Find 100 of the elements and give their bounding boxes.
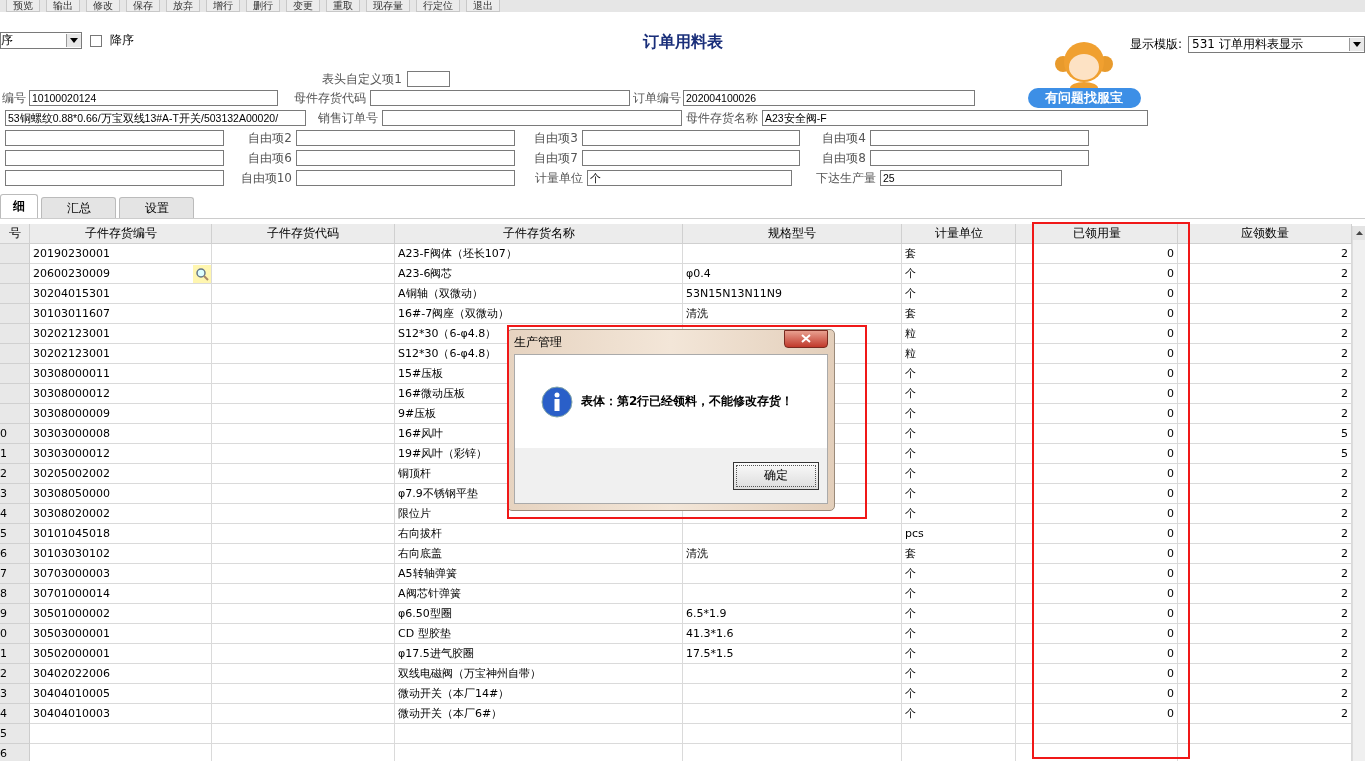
table-cell: 个: [902, 684, 1016, 704]
input-field[interactable]: 25: [880, 170, 1062, 186]
row-number: 0: [0, 624, 30, 644]
table-cell: 0: [1016, 364, 1178, 384]
field-label: 下达生产量: [815, 169, 877, 187]
tab[interactable]: 设置: [119, 197, 194, 218]
table-cell: 2: [1178, 264, 1352, 284]
input-field[interactable]: [296, 150, 515, 166]
table-cell: 2: [1178, 644, 1352, 664]
input-field[interactable]: 202004100026: [683, 90, 975, 106]
toolbar-button[interactable]: 变更: [286, 0, 320, 12]
table-cell: 30701000014: [30, 584, 212, 604]
table-cell: 30404010005: [30, 684, 212, 704]
input-field[interactable]: [407, 71, 450, 87]
ok-button[interactable]: 确定: [733, 461, 819, 490]
table-cell: 2: [1178, 564, 1352, 584]
table-cell: 0: [1016, 704, 1178, 724]
table-cell: A23-F阀体（坯长107）: [395, 244, 683, 264]
input-field[interactable]: [382, 110, 682, 126]
toolbar-button[interactable]: 保存: [126, 0, 160, 12]
table-cell: 2: [1178, 364, 1352, 384]
input-field[interactable]: [5, 130, 224, 146]
table-cell: 30303000012: [30, 444, 212, 464]
table-cell: 0: [1016, 244, 1178, 264]
column-header: 应领数量: [1178, 224, 1352, 244]
sort-dropdown[interactable]: 序: [0, 32, 82, 49]
table-cell: 0: [1016, 304, 1178, 324]
input-field[interactable]: [5, 170, 224, 186]
toolbar-button[interactable]: 退出: [466, 0, 500, 12]
table-cell: pcs: [902, 524, 1016, 544]
caret-icon: [1349, 38, 1364, 51]
table-cell: 5: [1178, 424, 1352, 444]
input-field[interactable]: 10100020124: [29, 90, 278, 106]
descending-checkbox[interactable]: [90, 34, 102, 47]
row-number: [0, 264, 30, 284]
table-cell: 右向底盖: [395, 544, 683, 564]
field-label: 自由项3: [533, 129, 579, 147]
row-number: [0, 324, 30, 344]
row-number: 8: [0, 584, 30, 604]
toolbar-button[interactable]: 放弃: [166, 0, 200, 12]
toolbar-button[interactable]: 修改: [86, 0, 120, 12]
row-number: [0, 344, 30, 364]
table-cell: 微动开关（本厂6#）: [395, 704, 683, 724]
table-cell: 个: [902, 384, 1016, 404]
toolbar-button[interactable]: 行定位: [416, 0, 460, 12]
table-cell: 2: [1178, 244, 1352, 264]
table-cell: 30101045018: [30, 524, 212, 544]
page-title: 订单用料表: [641, 31, 724, 53]
table-cell: 0: [1016, 264, 1178, 284]
table-cell: 2: [1178, 284, 1352, 304]
table-cell: 0: [1016, 584, 1178, 604]
row-number: [0, 384, 30, 404]
input-field[interactable]: 53铜螺纹0.88*0.66/万宝双线13#A-T开关/503132A00020/: [5, 110, 306, 126]
toolbar-button[interactable]: 重取: [326, 0, 360, 12]
template-dropdown[interactable]: 531 订单用料表显示: [1188, 36, 1365, 53]
table-cell: 个: [902, 584, 1016, 604]
table-cell: 2: [1178, 304, 1352, 324]
field-label: 自由项10: [239, 169, 293, 187]
table-cell: 30205002002: [30, 464, 212, 484]
toolbar-button[interactable]: 预览: [6, 0, 40, 12]
input-field[interactable]: [370, 90, 630, 106]
close-button[interactable]: [784, 330, 828, 348]
table-cell: 0: [1016, 344, 1178, 364]
table-cell: 41.3*1.6: [683, 624, 902, 644]
input-field[interactable]: A23安全阀-F: [762, 110, 1148, 126]
toolbar-button[interactable]: 删行: [246, 0, 280, 12]
table-cell: 16#-7阀座（双微动）: [395, 304, 683, 324]
table-cell: A铜轴（双微动）: [395, 284, 683, 304]
table-cell: 2: [1178, 664, 1352, 684]
tab[interactable]: 细: [0, 194, 38, 218]
scroll-up-icon[interactable]: [1353, 226, 1365, 240]
row-number: [0, 364, 30, 384]
table-cell: 0: [1016, 404, 1178, 424]
input-field[interactable]: 个: [587, 170, 792, 186]
table-cell: 2: [1178, 684, 1352, 704]
table-cell: 个: [902, 444, 1016, 464]
input-field[interactable]: [870, 130, 1089, 146]
row-number: [0, 244, 30, 264]
toolbar-button[interactable]: 增行: [206, 0, 240, 12]
table-cell: 个: [902, 504, 1016, 524]
table-cell: φ0.4: [683, 264, 902, 284]
table-cell: 2: [1178, 484, 1352, 504]
table-cell: 清洗: [683, 304, 902, 324]
table-cell: CD 型胶垫: [395, 624, 683, 644]
toolbar-button[interactable]: 现存量: [366, 0, 410, 12]
table-cell: φ6.50型圈: [395, 604, 683, 624]
tab[interactable]: 汇总: [41, 197, 116, 218]
input-field[interactable]: [296, 170, 515, 186]
input-field[interactable]: [296, 130, 515, 146]
table-cell: 30308000012: [30, 384, 212, 404]
input-field[interactable]: [870, 150, 1089, 166]
table-cell: 2: [1178, 464, 1352, 484]
table-cell: 30204015301: [30, 284, 212, 304]
input-field[interactable]: [5, 150, 224, 166]
search-icon[interactable]: [193, 265, 211, 283]
input-field[interactable]: [582, 130, 800, 146]
input-field[interactable]: [582, 150, 800, 166]
toolbar-button[interactable]: 输出: [46, 0, 80, 12]
table-cell: 个: [902, 564, 1016, 584]
scrollbar[interactable]: [1352, 226, 1365, 761]
